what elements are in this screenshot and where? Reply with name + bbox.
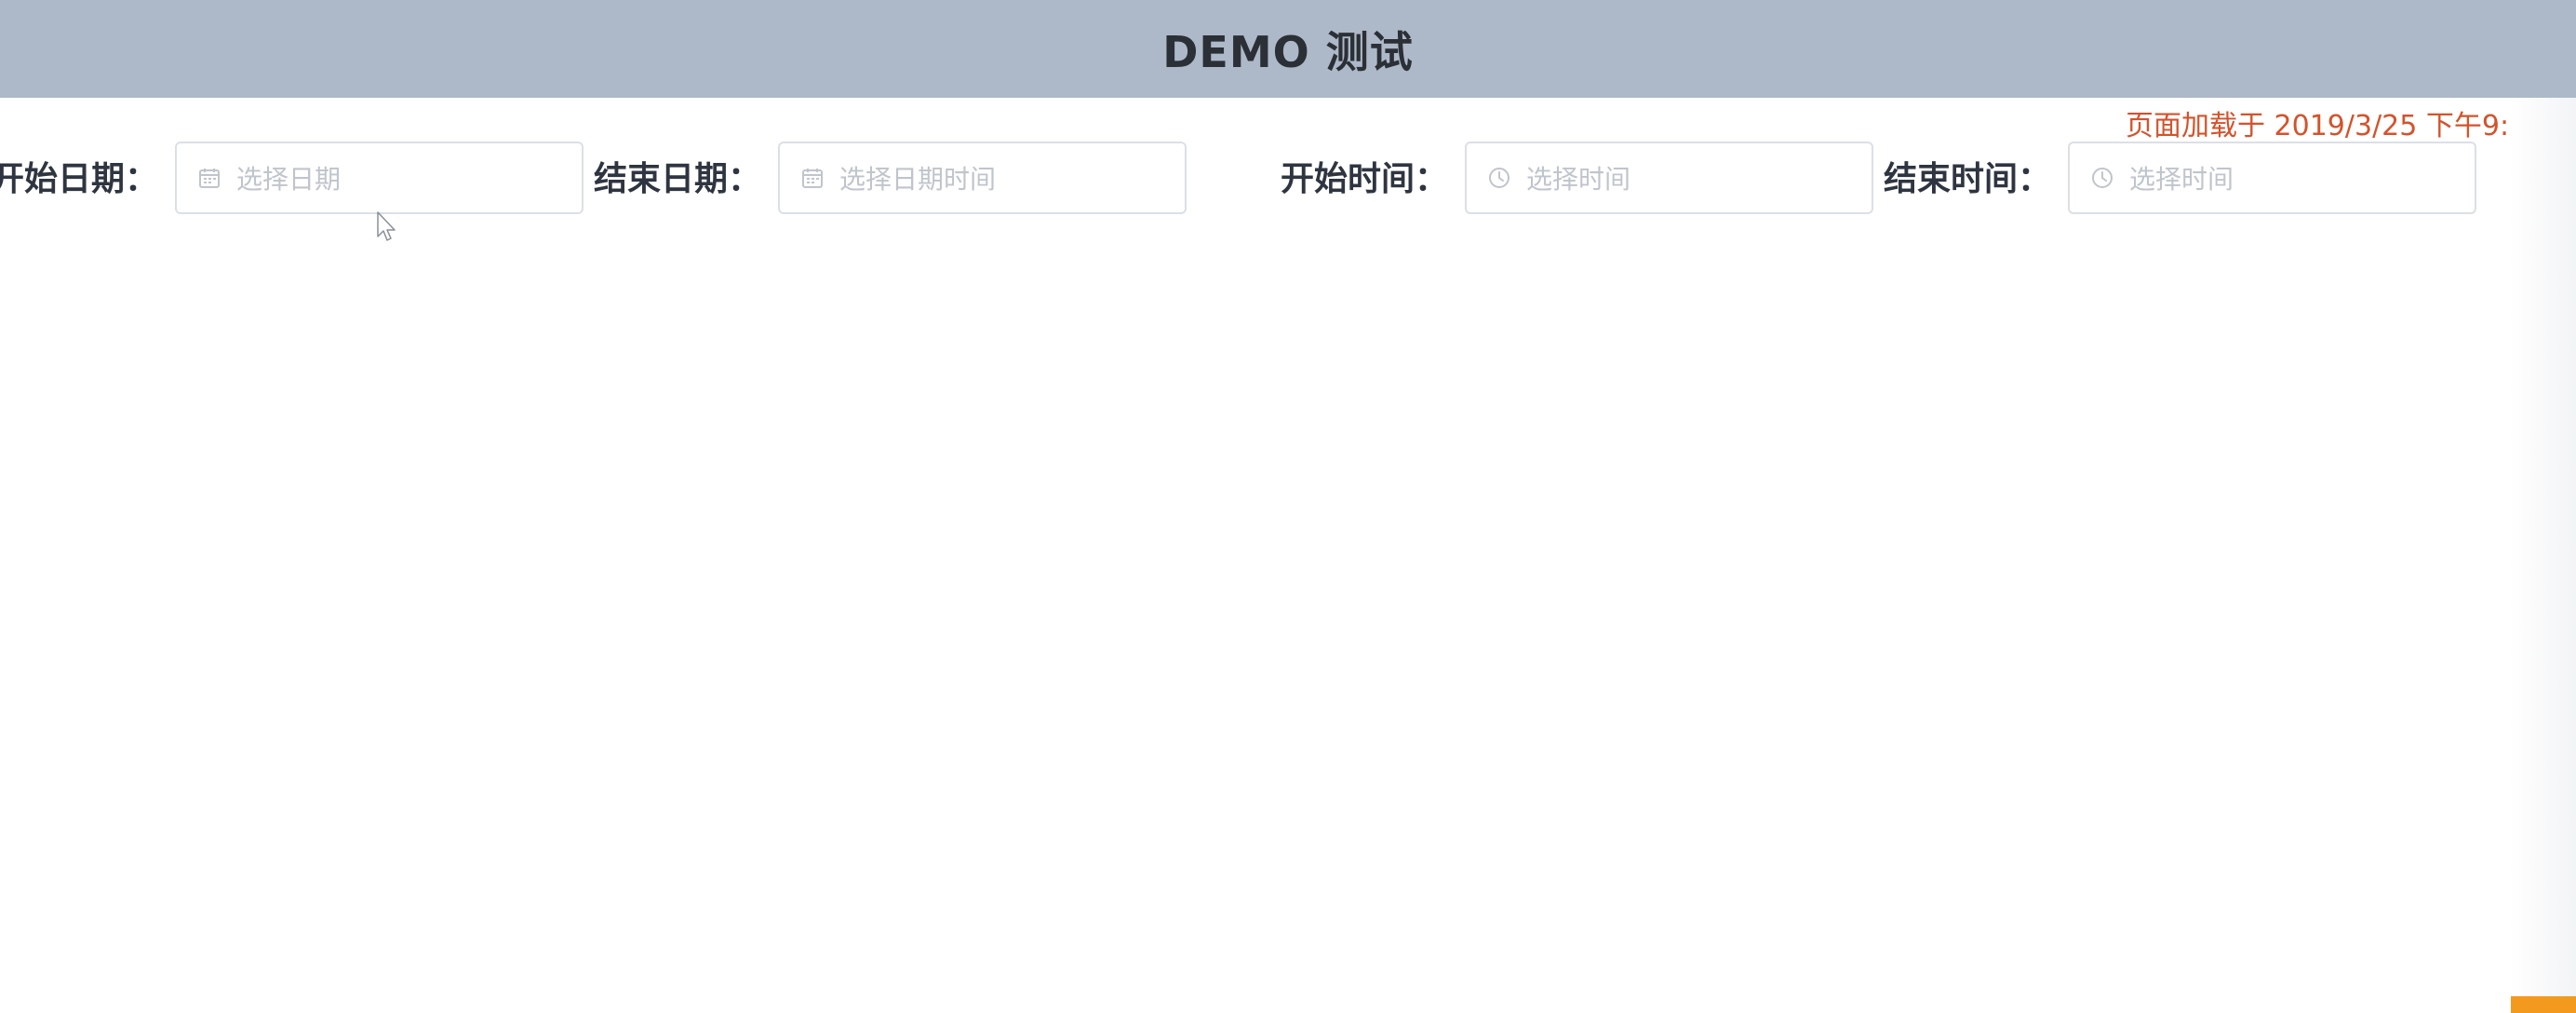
end-time-label: 结束时间： xyxy=(1884,160,2052,198)
clock-icon xyxy=(1487,166,1511,190)
start-date-picker[interactable]: 选择日期 xyxy=(175,142,584,214)
calendar-icon xyxy=(197,166,221,190)
start-date-label: 开始日期： xyxy=(0,160,159,198)
calendar-icon xyxy=(800,166,825,190)
start-time-label: 开始时间： xyxy=(1281,160,1449,198)
start-time-placeholder: 选择时间 xyxy=(1526,164,1631,195)
end-date-label: 结束日期： xyxy=(594,160,762,198)
corner-widget[interactable] xyxy=(2511,996,2576,1013)
page-title: DEMO 测试 xyxy=(1162,26,1414,77)
page-header: DEMO 测试 xyxy=(0,0,2576,98)
scrollbar-track[interactable] xyxy=(2509,98,2576,1013)
end-time-placeholder: 选择时间 xyxy=(2129,164,2234,195)
end-time-picker[interactable]: 选择时间 xyxy=(2068,142,2476,214)
end-date-picker[interactable]: 选择日期时间 xyxy=(778,142,1187,214)
start-date-placeholder: 选择日期 xyxy=(236,164,342,195)
clock-icon xyxy=(2090,166,2114,190)
mouse-pointer-icon xyxy=(376,210,400,244)
end-date-placeholder: 选择日期时间 xyxy=(839,164,997,195)
start-time-picker[interactable]: 选择时间 xyxy=(1465,142,1873,214)
